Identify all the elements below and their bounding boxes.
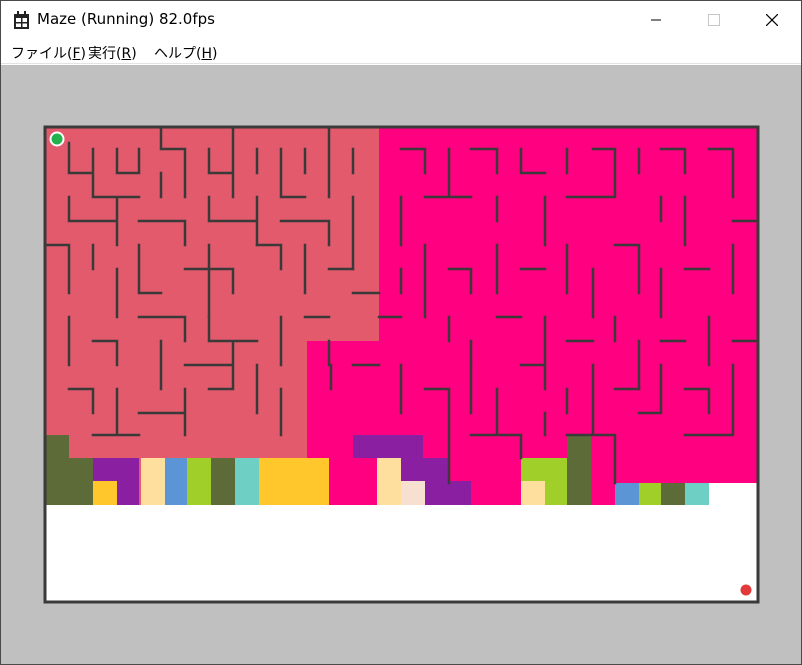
window-title: Maze (Running) 82.0fps: [37, 10, 215, 28]
menu-help[interactable]: ヘルプ(H): [154, 43, 217, 63]
minimize-button[interactable]: [627, 1, 685, 39]
close-button[interactable]: [743, 1, 801, 39]
maximize-icon: [708, 14, 720, 26]
menu-run-accel: R: [121, 46, 132, 62]
close-icon: [766, 14, 778, 26]
menu-bar: ファイル(F) 実行(R) ヘルプ(H): [1, 39, 801, 64]
menu-file-label: ファイル: [11, 46, 67, 62]
menu-file-accel: F: [72, 46, 81, 62]
menu-run-label: 実行: [88, 46, 116, 62]
app-icon: [14, 11, 29, 29]
menu-help-accel: H: [201, 46, 212, 62]
maximize-button[interactable]: [685, 1, 743, 39]
goal-marker: [740, 584, 752, 596]
client-area: [1, 65, 801, 664]
menu-run[interactable]: 実行(R): [88, 43, 137, 63]
app-window: Maze (Running) 82.0fps ファイル(F) 実行(R) ヘルプ…: [0, 0, 802, 665]
menu-help-label: ヘルプ: [154, 46, 196, 62]
title-bar[interactable]: Maze (Running) 82.0fps: [1, 1, 801, 39]
minimize-icon: [651, 19, 661, 21]
maze-canvas[interactable]: [1, 65, 801, 664]
menu-file[interactable]: ファイル(F): [11, 43, 86, 63]
start-marker: [49, 131, 65, 147]
